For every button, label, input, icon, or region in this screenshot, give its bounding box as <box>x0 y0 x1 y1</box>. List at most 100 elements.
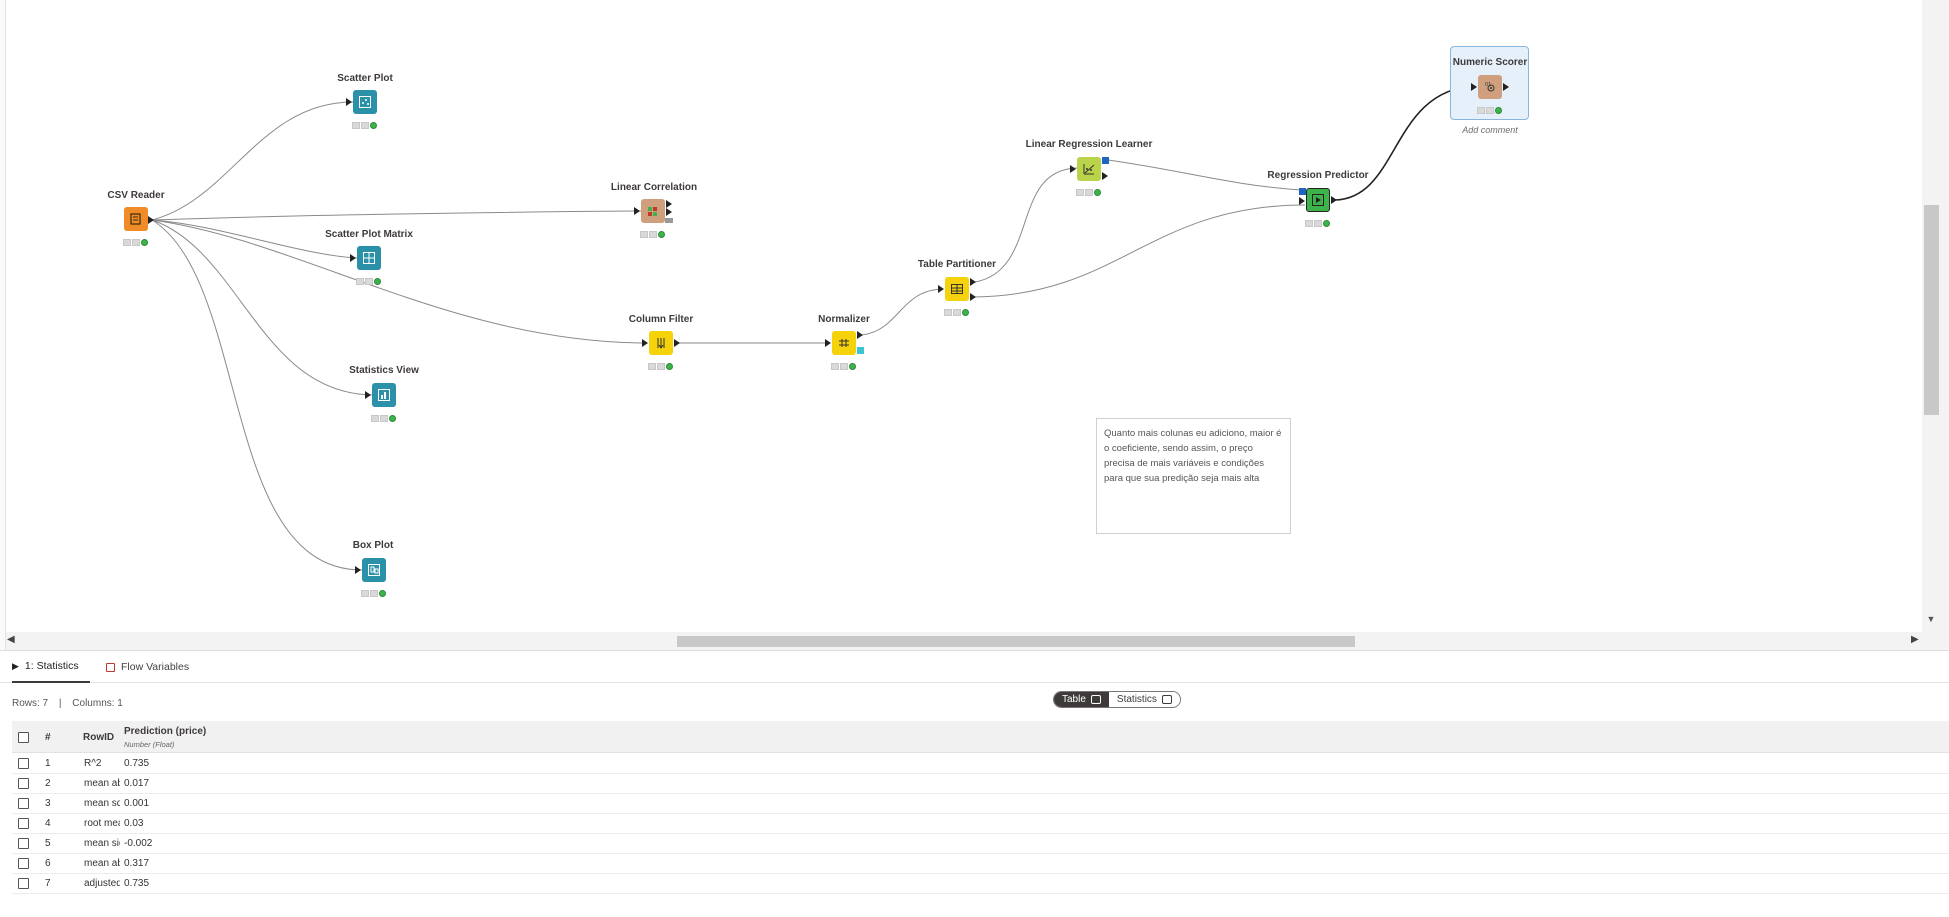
table-header: # RowID Prediction (price) Number (Float… <box>12 721 1949 753</box>
add-comment-link[interactable]: Add comment <box>1462 125 1518 135</box>
flow-variable-icon <box>106 662 115 672</box>
node-label-numeric-scorer: Numeric Scorer <box>1452 57 1528 68</box>
info-separator: | <box>58 698 62 709</box>
input-port[interactable] <box>350 254 356 262</box>
model-input-port[interactable] <box>1299 188 1306 195</box>
input-port[interactable] <box>642 339 648 347</box>
select-all-checkbox[interactable] <box>18 732 29 743</box>
row-checkbox[interactable] <box>18 758 29 769</box>
output-tab-bar: ▶ 1: Statistics Flow Variables <box>0 651 1949 683</box>
scroll-left-arrow-icon[interactable]: ◀ <box>7 634 15 645</box>
header-rowid[interactable]: RowID <box>83 732 114 743</box>
table-row[interactable]: 3 mean squared error 0.001 <box>12 794 1949 814</box>
table-view-icon <box>1090 695 1101 704</box>
connection-partitioner-predictor <box>974 204 1306 298</box>
tab-label: Flow Variables <box>121 661 190 673</box>
toggle-statistics-button[interactable]: Statistics <box>1108 692 1180 707</box>
view-port[interactable] <box>665 218 673 223</box>
row-value: 0.001 <box>124 798 150 809</box>
row-value: 0.735 <box>124 758 150 769</box>
columns-count: Columns: 1 <box>72 698 123 709</box>
svg-text:01: 01 <box>1485 82 1491 88</box>
tab-flow-variables[interactable]: Flow Variables <box>106 651 189 683</box>
regression-predictor-node[interactable] <box>1306 188 1330 212</box>
output-port[interactable] <box>970 278 976 286</box>
output-port[interactable] <box>666 200 672 208</box>
row-number: 4 <box>45 818 51 829</box>
numeric-scorer-node[interactable]: 01 <box>1478 75 1502 99</box>
row-checkbox[interactable] <box>18 798 29 809</box>
header-row-number: # <box>45 732 51 743</box>
scatter-plot-node[interactable] <box>353 90 377 114</box>
node-label-column-filter: Column Filter <box>628 314 694 325</box>
column-filter-node[interactable] <box>649 331 673 355</box>
node-status <box>831 362 857 370</box>
matrix-grid-icon <box>363 252 375 264</box>
input-port[interactable] <box>1471 83 1477 91</box>
linear-correlation-node[interactable] <box>641 199 665 223</box>
table-partitioner-node[interactable] <box>945 277 969 301</box>
normalizer-node[interactable] <box>832 331 856 355</box>
node-label-csv-reader: CSV Reader <box>107 190 165 201</box>
workflow-annotation[interactable]: Quanto mais colunas eu adiciono, maior é… <box>1096 418 1291 534</box>
output-port[interactable] <box>1503 83 1509 91</box>
toggle-table-button[interactable]: Table <box>1054 692 1109 707</box>
header-prediction-price[interactable]: Prediction (price) <box>124 726 206 737</box>
input-port[interactable] <box>365 391 371 399</box>
csv-file-icon <box>130 213 141 225</box>
scroll-down-arrow-icon[interactable]: ▼ <box>1922 614 1940 630</box>
model-output-port[interactable] <box>1102 157 1109 164</box>
output-port[interactable] <box>148 216 154 224</box>
input-port[interactable] <box>825 339 831 347</box>
table-row[interactable]: 2 mean absolute error 0.017 <box>12 774 1949 794</box>
partition-table-icon <box>951 284 963 294</box>
output-port[interactable] <box>1331 196 1337 204</box>
node-label-table-partitioner: Table Partitioner <box>917 259 997 270</box>
vertical-scrollbar-thumb[interactable] <box>1924 205 1939 415</box>
model-port[interactable] <box>857 347 864 354</box>
output-port[interactable] <box>666 208 672 216</box>
output-port[interactable] <box>674 339 680 347</box>
input-port[interactable] <box>1299 197 1305 205</box>
row-number: 3 <box>45 798 51 809</box>
linear-regression-learner-node[interactable] <box>1077 157 1101 181</box>
scroll-right-arrow-icon[interactable]: ▶ <box>1911 634 1919 645</box>
row-checkbox[interactable] <box>18 778 29 789</box>
output-port[interactable] <box>857 331 863 339</box>
input-port[interactable] <box>346 98 352 106</box>
row-checkbox[interactable] <box>18 818 29 829</box>
scatter-plot-matrix-node[interactable] <box>357 246 381 270</box>
row-id: R^2 <box>84 758 102 769</box>
row-number: 1 <box>45 758 51 769</box>
toggle-statistics-label: Statistics <box>1116 694 1157 705</box>
row-id: mean squared error <box>84 798 120 809</box>
table-row[interactable]: 5 mean signed difference -0.002 <box>12 834 1949 854</box>
row-id: mean absolute percentage error <box>84 858 120 869</box>
table-row[interactable]: 6 mean absolute percentage error 0.317 <box>12 854 1949 874</box>
row-checkbox[interactable] <box>18 878 29 889</box>
output-port[interactable] <box>1102 172 1108 180</box>
input-port[interactable] <box>938 285 944 293</box>
node-label-linear-regression-learner: Linear Regression Learner <box>1025 139 1153 150</box>
table-row[interactable]: 7 adjusted R^2 0.735 <box>12 874 1949 894</box>
row-checkbox[interactable] <box>18 858 29 869</box>
output-port[interactable] <box>970 293 976 301</box>
row-checkbox[interactable] <box>18 838 29 849</box>
horizontal-scrollbar-thumb[interactable] <box>677 636 1355 647</box>
connection-csv-scatterplot <box>151 101 354 221</box>
table-row[interactable]: 4 root mean squared error 0.03 <box>12 814 1949 834</box>
bar-stats-icon <box>378 389 390 401</box>
predictor-play-icon <box>1312 194 1324 206</box>
tab-statistics[interactable]: ▶ 1: Statistics <box>12 651 90 683</box>
input-port[interactable] <box>1070 165 1076 173</box>
node-label-scatter-plot-matrix: Scatter Plot Matrix <box>325 229 413 240</box>
row-number: 7 <box>45 878 51 889</box>
input-port[interactable] <box>355 566 361 574</box>
box-plot-icon <box>368 564 380 576</box>
box-plot-node[interactable] <box>362 558 386 582</box>
table-row[interactable]: 1 R^2 0.735 <box>12 754 1949 774</box>
input-port[interactable] <box>634 207 640 215</box>
statistics-view-node[interactable] <box>372 383 396 407</box>
workflow-canvas[interactable]: Add comment CSV Reader Scatter Plot Scat… <box>0 0 1949 650</box>
csv-reader-node[interactable] <box>124 207 148 231</box>
